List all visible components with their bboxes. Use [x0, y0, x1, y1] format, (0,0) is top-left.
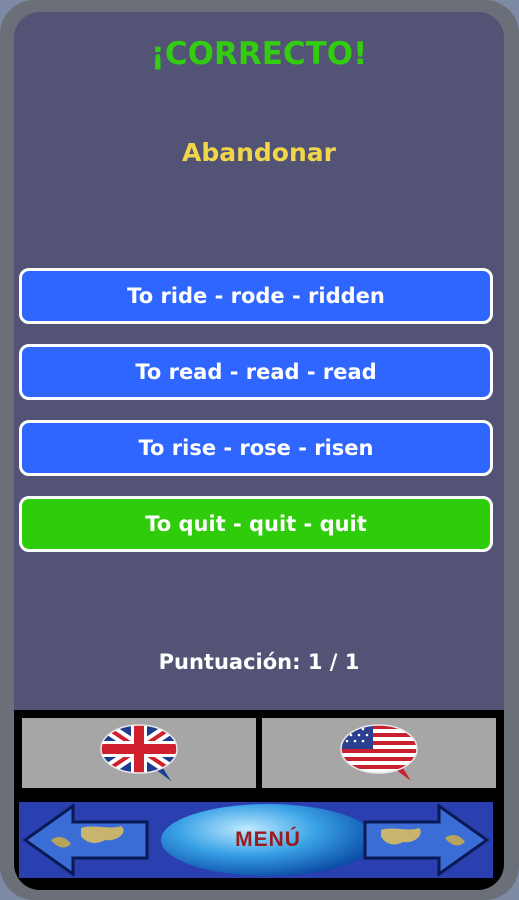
menu-button-label: MENÚ — [235, 828, 301, 851]
answer-option-label: To quit - quit - quit — [145, 512, 367, 536]
quiz-screen: ¡CORRECTO! Abandonar To ride - rode - ri… — [14, 12, 504, 890]
answer-option-label: To rise - rose - risen — [138, 436, 374, 460]
arrow-left-icon[interactable] — [21, 802, 151, 878]
answer-option-3[interactable]: To rise - rose - risen — [19, 420, 493, 476]
arrow-right-icon[interactable] — [361, 802, 491, 878]
answer-option-1[interactable]: To ride - rode - ridden — [19, 268, 493, 324]
answer-option-2[interactable]: To read - read - read — [19, 344, 493, 400]
navigation-panel: MENÚ — [19, 802, 493, 878]
uk-flag-icon — [100, 724, 178, 781]
question-word: Abandonar — [182, 138, 336, 167]
device-frame: ¡CORRECTO! Abandonar To ride - rode - ri… — [0, 0, 519, 900]
score-label: Puntuación: 1 / 1 — [158, 650, 360, 674]
us-english-button[interactable] — [262, 718, 496, 788]
uk-english-button[interactable] — [22, 718, 256, 788]
us-flag-icon — [340, 724, 418, 781]
answer-option-label: To ride - rode - ridden — [127, 284, 385, 308]
answer-option-4[interactable]: To quit - quit - quit — [19, 496, 493, 552]
language-bar — [14, 710, 504, 796]
navigation-bar: MENÚ — [14, 796, 504, 890]
answer-option-label: To read - read - read — [135, 360, 377, 384]
result-heading: ¡CORRECTO! — [150, 36, 368, 72]
menu-button[interactable]: MENÚ — [161, 804, 375, 876]
